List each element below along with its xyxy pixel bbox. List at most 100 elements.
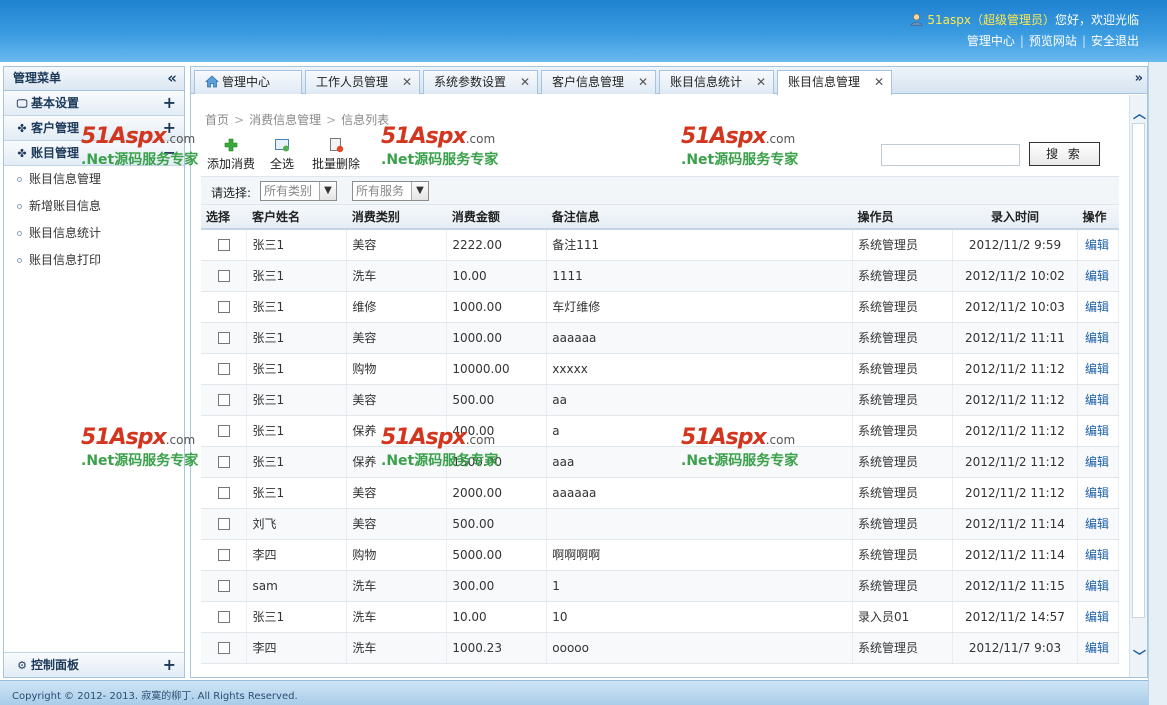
edit-link[interactable]: 编辑 [1085,393,1109,407]
edit-link[interactable]: 编辑 [1085,269,1109,283]
table-row: 李四 购物 5000.00 啊啊啊啊 系统管理员 2012/11/2 11:14 编辑 [201,539,1120,571]
tab-customer-info[interactable]: 客户信息管理 ✕ [541,70,656,94]
tab-staff[interactable]: 工作人员管理 ✕ [305,70,420,94]
cell-time: 2012/11/2 11:12 [952,477,1078,509]
sidebar-group-basic-settings[interactable]: 🖵 基本设置 + [4,91,184,116]
col-amount: 消费金额 [446,205,547,230]
table-row: 张三1 美容 2222.00 备注111 系统管理员 2012/11/2 9:59 编辑 [201,229,1120,261]
content-scrollbar[interactable]: ︿ ﹀ [1129,95,1147,677]
edit-link[interactable]: 编辑 [1085,548,1109,562]
row-checkbox[interactable] [217,518,230,530]
expand-plus-icon[interactable]: + [163,116,176,140]
tab-account-stats[interactable]: 账目信息统计 ✕ [659,70,774,94]
cell-amount: 1000.23 [446,632,548,664]
row-checkbox[interactable] [217,456,230,468]
sidebar-item-account-manage[interactable]: 账目信息管理 [4,166,184,193]
cell-operator: 系统管理员 [852,229,953,261]
tab-system-params[interactable]: 系统参数设置 ✕ [423,70,538,94]
row-checkbox[interactable] [217,270,230,282]
breadcrumb-current: 信息列表 [341,113,390,127]
expand-plus-icon[interactable]: + [163,653,176,677]
tab-label: 账目信息管理 [788,75,861,89]
row-checkbox[interactable] [217,580,230,592]
cell-operator: 系统管理员 [852,415,953,447]
scroll-down-icon[interactable]: ﹀ [1133,646,1146,665]
cell-note: 备注111 [546,229,854,261]
close-icon[interactable]: ✕ [520,71,530,93]
close-icon[interactable]: ✕ [874,71,884,93]
expand-plus-icon[interactable]: + [163,91,176,115]
scroll-up-icon[interactable]: ︿ [1133,103,1146,122]
breadcrumb-section[interactable]: 消费信息管理 [249,113,321,127]
edit-link[interactable]: 编辑 [1085,641,1109,655]
cell-amount: 300.00 [446,570,548,602]
cell-time: 2012/11/2 11:11 [952,322,1078,354]
tab-admin-center[interactable]: 管理中心 [194,70,302,94]
row-checkbox-cell [201,384,248,416]
cell-customer-name: 刘飞 [246,508,348,540]
row-checkbox-cell [201,570,248,602]
edit-link[interactable]: 编辑 [1085,517,1109,531]
select-all-label: 全选 [270,157,295,171]
row-checkbox[interactable] [217,239,230,252]
edit-link[interactable]: 编辑 [1085,362,1109,376]
row-checkbox-cell [201,291,248,323]
select-all-button[interactable]: 全选 [270,137,294,172]
close-icon[interactable]: ✕ [402,71,412,93]
scroll-thumb[interactable] [1132,123,1145,618]
sidebar-group-customer[interactable]: ✤ 客户管理 + [4,116,184,141]
tab-more-icon[interactable]: » [1135,71,1143,86]
sidebar-item-account-stats[interactable]: 账目信息统计 [4,220,184,247]
row-checkbox[interactable] [217,301,230,313]
table-row: 张三1 美容 2000.00 aaaaaa 系统管理员 2012/11/2 11:12 编辑 [201,477,1120,509]
cell-amount: 500.00 [446,508,548,540]
cell-amount: 400.00 [446,415,548,447]
edit-link[interactable]: 编辑 [1085,238,1109,252]
search-input[interactable] [881,144,1020,166]
admin-center-link[interactable]: 管理中心 [967,34,1015,48]
collapse-sidebar-icon[interactable]: « [167,67,177,90]
edit-link[interactable]: 编辑 [1085,579,1109,593]
edit-link[interactable]: 编辑 [1085,424,1109,438]
breadcrumb-home[interactable]: 首页 [205,113,229,127]
close-icon[interactable]: ✕ [756,71,766,93]
collapse-minus-icon[interactable]: − [163,141,176,165]
row-checkbox[interactable] [217,425,230,437]
table-body: 张三1 美容 2222.00 备注111 系统管理员 2012/11/2 9:59 编辑 张三… [201,229,1120,664]
close-icon[interactable]: ✕ [638,71,648,93]
row-checkbox-cell [201,353,248,385]
toolbar: 添加消费 全选 批量删除 搜 索 [201,131,1119,177]
row-checkbox[interactable] [217,363,230,375]
row-checkbox[interactable] [217,549,230,561]
logout-link[interactable]: 安全退出 [1091,34,1139,48]
sidebar-item-account-print[interactable]: 账目信息打印 [4,247,184,274]
edit-link[interactable]: 编辑 [1085,300,1109,314]
category-select[interactable]: 所有类别 ▼ [260,181,337,201]
batch-delete-button[interactable]: 批量删除 [312,137,360,172]
table-row: sam 洗车 300.00 1 系统管理员 2012/11/2 11:15 编辑 [201,570,1120,602]
row-checkbox[interactable] [217,487,230,499]
edit-link[interactable]: 编辑 [1085,610,1109,624]
sidebar-group-label: 客户管理 [31,121,80,135]
search-button[interactable]: 搜 索 [1029,142,1100,166]
row-checkbox[interactable] [217,332,230,344]
edit-link[interactable]: 编辑 [1085,455,1109,469]
tab-account-manage[interactable]: 账目信息管理 ✕ [777,70,892,95]
row-checkbox[interactable] [217,642,230,654]
row-checkbox-cell [201,632,248,664]
main-frame: 管理中心 工作人员管理 ✕ 系统参数设置 ✕ 客户信息管理 ✕ 账目信息统计 ✕ 账目信… [190,66,1148,678]
sidebar-item-account-add[interactable]: 新增账目信息 [4,193,184,220]
cell-category: 美容 [346,508,448,540]
cell-amount: 10.00 [446,601,548,633]
preview-site-link[interactable]: 预览网站 [1029,34,1077,48]
window-scroll-strip [1148,62,1167,705]
sidebar-group-control-panel[interactable]: ⚙ 控制面板 + [4,652,184,677]
monitor-icon: 🖵 [16,97,28,110]
edit-link[interactable]: 编辑 [1085,486,1109,500]
sidebar-group-accounts[interactable]: ✤ 账目管理 − [4,141,184,166]
add-consumption-button[interactable]: 添加消费 [207,137,255,172]
service-select[interactable]: 所有服务 ▼ [352,181,429,201]
row-checkbox[interactable] [217,394,230,406]
row-checkbox[interactable] [217,611,230,623]
edit-link[interactable]: 编辑 [1085,331,1109,345]
